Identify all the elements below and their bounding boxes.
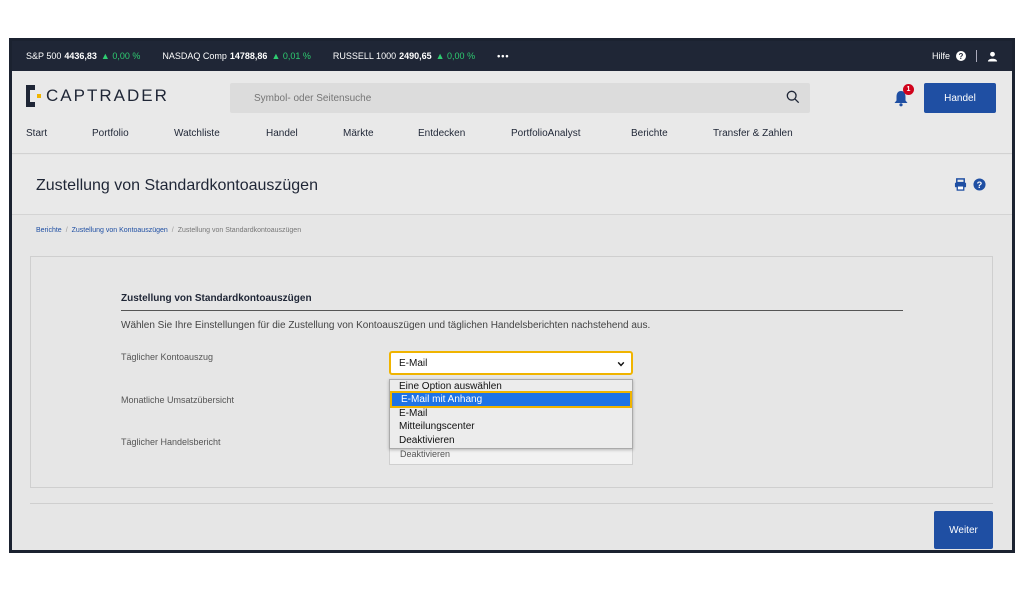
- divider: [976, 50, 977, 62]
- section-description: Wählen Sie Ihre Einstellungen für die Zu…: [121, 320, 651, 331]
- page-actions: ?: [954, 178, 986, 191]
- nav-item-maerkte[interactable]: Märkte: [343, 128, 418, 139]
- daily-statement-dropdown: Eine Option auswählen E-Mail mit Anhang …: [389, 379, 633, 449]
- ticker-name: S&P 500: [26, 51, 62, 61]
- section-divider: [121, 310, 903, 311]
- breadcrumb-zustellung[interactable]: Zustellung von Kontoauszügen: [72, 227, 168, 234]
- nav-item-portfolio[interactable]: Portfolio: [92, 128, 174, 139]
- logo-text: CAPTRADER: [46, 86, 169, 105]
- trade-button[interactable]: Handel: [924, 83, 996, 113]
- footer-divider: [30, 503, 993, 504]
- nav-item-berichte[interactable]: Berichte: [631, 128, 713, 139]
- ticker-name: RUSSELL 1000: [332, 51, 397, 61]
- daily-trade-report-select[interactable]: Deaktivieren: [389, 449, 633, 465]
- daily-statement-select[interactable]: E-Mail: [389, 351, 633, 375]
- ticker-item-nasdaq[interactable]: NASDAQ Comp 14788,86 ▲ 0,01 %: [162, 51, 311, 61]
- captrader-logo[interactable]: CAPTRADER: [26, 85, 169, 107]
- notification-badge: 1: [903, 84, 914, 95]
- breadcrumb-current: Zustellung von Standardkontoauszügen: [177, 227, 302, 234]
- nav-item-transfer-zahlen[interactable]: Transfer & Zahlen: [713, 128, 793, 139]
- option-email[interactable]: E-Mail: [390, 407, 632, 420]
- app-window: S&P 500 4436,83 ▲ 0,00 % NASDAQ Comp 14788,…: [9, 38, 1015, 553]
- help-circle-icon[interactable]: ?: [973, 178, 986, 191]
- ticker-change: ▲ 0,00 %: [100, 51, 141, 61]
- search-icon[interactable]: [786, 90, 800, 104]
- ticker-value: 4436,83: [64, 51, 97, 61]
- ticker-item-russell[interactable]: RUSSELL 1000 2490,65 ▲ 0,00 %: [333, 51, 475, 61]
- breadcrumb-berichte[interactable]: Berichte: [36, 227, 62, 234]
- option-message-center[interactable]: Mitteilungscenter: [390, 420, 632, 433]
- ticker-item-sp500[interactable]: S&P 500 4436,83 ▲ 0,00 %: [26, 51, 140, 61]
- ticker-value: 14788,86: [229, 51, 268, 61]
- nav-item-watchliste[interactable]: Watchliste: [174, 128, 266, 139]
- user-icon[interactable]: [987, 51, 998, 62]
- option-deactivate[interactable]: Deaktivieren: [390, 434, 632, 447]
- nav-item-handel[interactable]: Handel: [266, 128, 343, 139]
- breadcrumb-separator: /: [171, 227, 174, 234]
- logo-mark-icon: [26, 85, 41, 107]
- page-title: Zustellung von Standardkontoauszügen: [36, 177, 318, 194]
- ticker-more-button[interactable]: •••: [497, 51, 509, 61]
- label-daily-statement: Täglicher Kontoauszug: [121, 352, 214, 362]
- ticker-right-controls: Hilfe ?: [932, 41, 998, 71]
- ticker-change: ▲ 0,01 %: [271, 51, 311, 61]
- search-input[interactable]: [230, 83, 770, 113]
- market-ticker-bar: S&P 500 4436,83 ▲ 0,00 % NASDAQ Comp 14788,…: [12, 41, 1012, 71]
- nav-item-portfolioanalyst[interactable]: PortfolioAnalyst: [511, 128, 631, 139]
- nav-item-entdecken[interactable]: Entdecken: [418, 128, 511, 139]
- next-button[interactable]: Weiter: [934, 511, 993, 549]
- ticker-name: NASDAQ Comp: [162, 51, 227, 61]
- svg-text:?: ?: [977, 180, 983, 190]
- breadcrumb-separator: /: [65, 227, 68, 234]
- question-circle-icon[interactable]: ?: [956, 51, 966, 61]
- nav-item-start[interactable]: Start: [26, 128, 92, 139]
- search-box: [230, 83, 810, 113]
- label-daily-trade-report: Täglicher Handelsbericht: [121, 437, 221, 447]
- page-title-bar: Zustellung von Standardkontoauszügen ?: [12, 155, 1012, 215]
- chevron-down-icon: [617, 361, 625, 367]
- ticker-value: 2490,65: [399, 51, 432, 61]
- help-link[interactable]: Hilfe: [932, 51, 950, 61]
- main-header: CAPTRADER 1 Handel Start Portfolio Watch…: [12, 71, 1012, 154]
- select-value: E-Mail: [399, 358, 428, 369]
- section-title: Zustellung von Standardkontoauszügen: [121, 293, 312, 304]
- ticker-change: ▲ 0,00 %: [435, 51, 476, 61]
- option-email-with-attachment[interactable]: E-Mail mit Anhang: [390, 391, 632, 408]
- label-monthly-summary: Monatliche Umsatzübersicht: [121, 395, 235, 405]
- main-nav: Start Portfolio Watchliste Handel Märkte…: [26, 128, 793, 139]
- print-icon[interactable]: [954, 178, 967, 191]
- settings-panel: Zustellung von Standardkontoauszügen Wäh…: [30, 256, 993, 488]
- breadcrumb: Berichte / Zustellung von Kontoauszügen / Zu…: [36, 227, 301, 234]
